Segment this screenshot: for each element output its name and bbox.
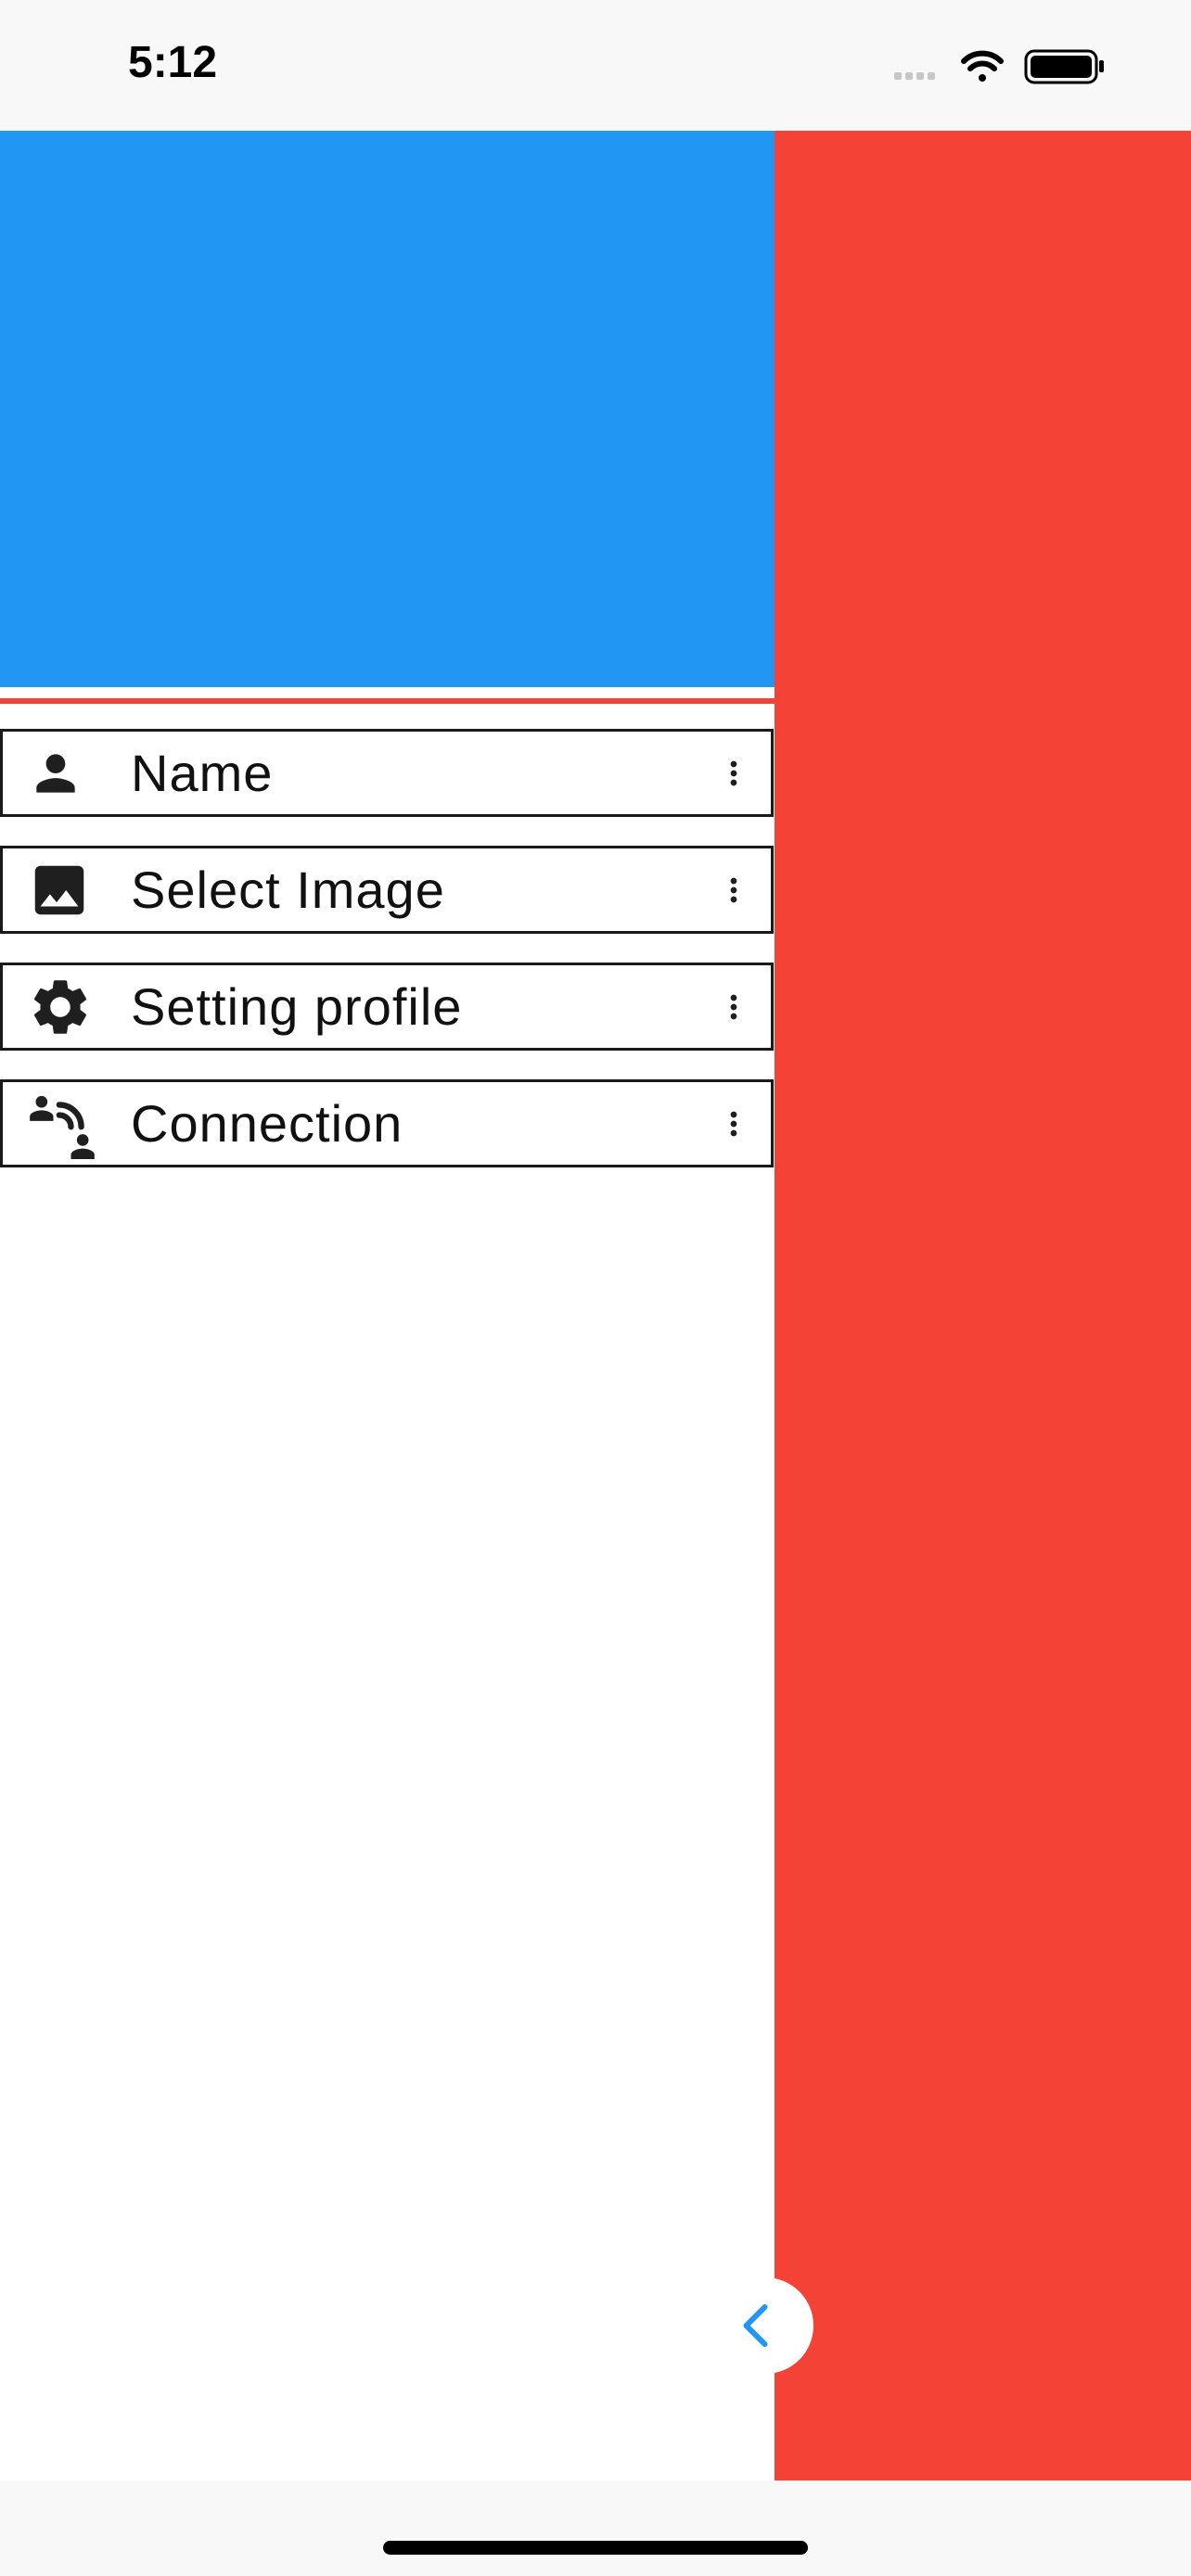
menu-item-connection[interactable]: Connection	[0, 1079, 774, 1167]
home-indicator[interactable]	[383, 2541, 808, 2555]
connection-icon	[3, 1079, 131, 1167]
battery-icon	[1024, 49, 1104, 84]
menu-item-label: Connection	[131, 1094, 403, 1153]
more-vert-icon[interactable]	[697, 729, 771, 817]
wifi-icon	[961, 50, 1004, 82]
menu-item-select-image[interactable]: Select Image	[0, 846, 774, 934]
person-icon	[3, 729, 131, 817]
menu-item-label: Setting profile	[131, 977, 463, 1036]
navigation-drawer: Name Select Image Setting profile Connec…	[0, 131, 775, 2480]
gear-icon	[3, 963, 131, 1051]
menu-item-setting-profile[interactable]: Setting profile	[0, 963, 774, 1051]
status-icons	[894, 46, 1113, 85]
menu-item-label: Name	[131, 744, 274, 802]
bottom-bar	[0, 2480, 1191, 2576]
image-icon	[3, 846, 131, 934]
status-bar: 5:12	[0, 0, 1191, 131]
drawer-collapse-handle[interactable]	[717, 2277, 813, 2374]
chevron-left-icon	[743, 2304, 768, 2347]
drawer-divider	[0, 698, 775, 704]
menu-item-label: Select Image	[131, 861, 445, 919]
more-vert-icon[interactable]	[697, 963, 771, 1051]
drawer-header	[0, 131, 775, 687]
more-vert-icon[interactable]	[697, 1079, 771, 1167]
status-time: 5:12	[128, 38, 218, 87]
signal-icon	[894, 72, 935, 80]
side-panel[interactable]	[775, 131, 1191, 2480]
more-vert-icon[interactable]	[697, 846, 771, 934]
menu-item-name[interactable]: Name	[0, 729, 774, 817]
